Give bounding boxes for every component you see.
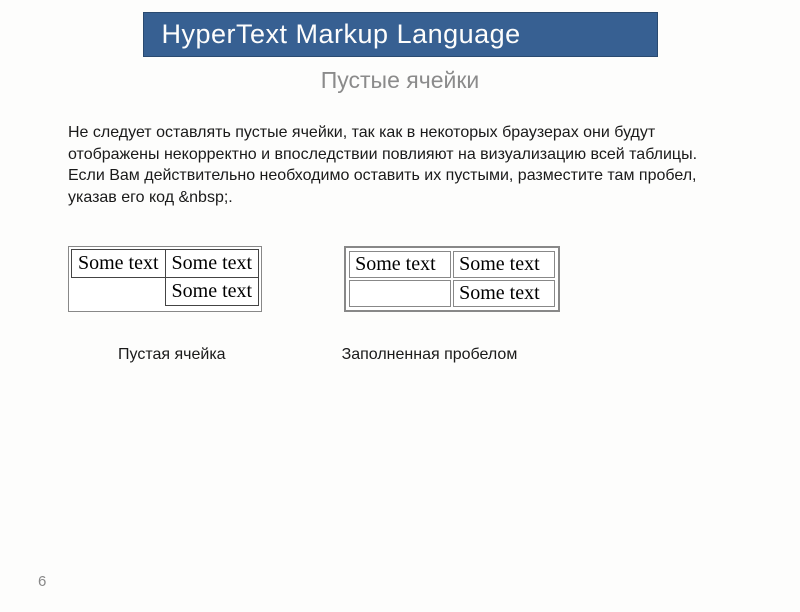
cell: Some text — [165, 278, 259, 306]
cell: Some text — [453, 280, 555, 307]
page-title: HyperText Markup Language — [162, 19, 521, 49]
table-row: Some text Some text — [72, 250, 259, 278]
caption-right: Заполненная пробелом — [342, 346, 518, 364]
captions-row: Пустая ячейка Заполненная пробелом — [118, 346, 800, 364]
table-empty-cell: Some text Some text Some text — [71, 249, 259, 306]
caption-left: Пустая ячейка — [118, 346, 226, 364]
cell: Some text — [165, 250, 259, 278]
table-right-wrap: Some text Some text Some text — [344, 246, 560, 312]
cell: Some text — [349, 251, 451, 278]
table-row: Some text — [72, 278, 259, 306]
cell-empty — [72, 278, 166, 306]
cell-nbsp — [349, 280, 451, 307]
tables-row: Some text Some text Some text Some text … — [68, 246, 800, 312]
subtitle: Пустые ячейки — [0, 67, 800, 94]
page-number: 6 — [38, 573, 46, 590]
table-nbsp-cell: Some text Some text Some text — [347, 249, 557, 309]
cell: Some text — [453, 251, 555, 278]
table-row: Some text Some text — [349, 251, 555, 278]
table-row: Some text — [349, 280, 555, 307]
page-title-bar: HyperText Markup Language — [143, 12, 658, 57]
cell: Some text — [72, 250, 166, 278]
table-left-wrap: Some text Some text Some text — [68, 246, 262, 312]
paragraph-text: Не следует оставлять пустые ячейки, так … — [68, 124, 697, 206]
main-paragraph: Не следует оставлять пустые ячейки, так … — [68, 122, 732, 208]
